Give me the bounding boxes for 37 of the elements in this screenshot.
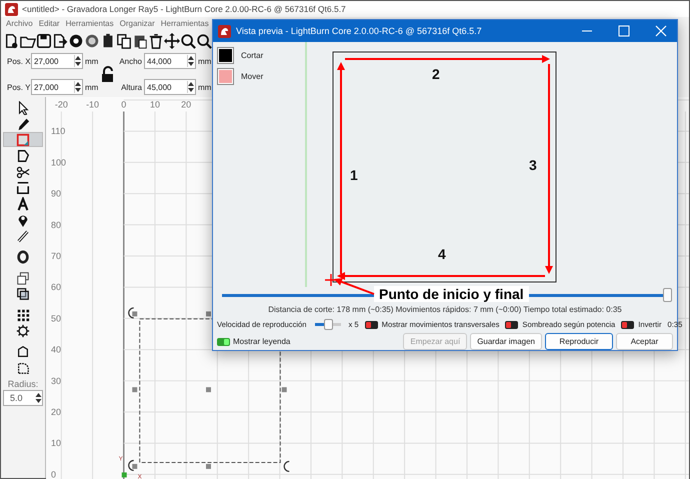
dialog-title: Vista previa - LightBurn Core 2.0.00-RC-6 @ 567316f Qt6.5.7 [236,26,483,36]
field-label: Altura [120,82,142,92]
field-label: Ancho [118,56,142,66]
ruler-label: 50 [50,313,61,324]
ruler-label: 10 [150,100,160,110]
legend-label: Mover [241,72,264,81]
field-label: Pos. X [7,56,29,66]
ruler-label: 20 [50,407,61,417]
ruler-label: -10 [86,100,100,110]
legend-label: Cortar [241,51,264,60]
unit-label: mm [85,56,98,66]
ruler-label: -20 [54,100,68,110]
radius-label: Radius: [8,379,38,389]
unit-label: mm [85,82,98,92]
ruler-label: 90 [50,188,61,199]
step-number: 1 [350,167,358,183]
ruler-label: 110 [50,126,66,136]
window-title: <untitled> - Gravadora Longer Ray5 - LightBurn Core 2.0.00-RC-6 @ 567316f Qt6.5.7 [22,4,346,14]
step-number: 4 [438,246,446,262]
unit-label: mm [198,56,211,66]
step-number: 2 [432,66,440,82]
step-number: 3 [529,157,537,173]
ruler-label: 80 [50,220,61,230]
ruler-label: 20 [181,100,192,110]
ruler-label: 0 [121,100,126,110]
ruler-label: 100 [50,157,66,168]
ruler-label: 60 [50,282,61,292]
ruler-label: 10 [50,438,61,448]
ruler-label: 30 [50,376,61,386]
ruler-label: 70 [50,251,61,261]
ruler-label: 0 [50,469,56,479]
callout-tooltip: Punto de inicio y final [374,286,529,302]
status-text: Distancia de corte: 178 mm (~0:35) Movimientos rápidos: 7 mm (~0:00) Tiempo total estimado: 0:35 [267,304,623,316]
ruler-label: 40 [50,344,61,355]
toggle-label: Mostrar leyenda [233,337,290,346]
field-label: Pos. Y [7,82,29,92]
unit-label: mm [198,82,211,92]
